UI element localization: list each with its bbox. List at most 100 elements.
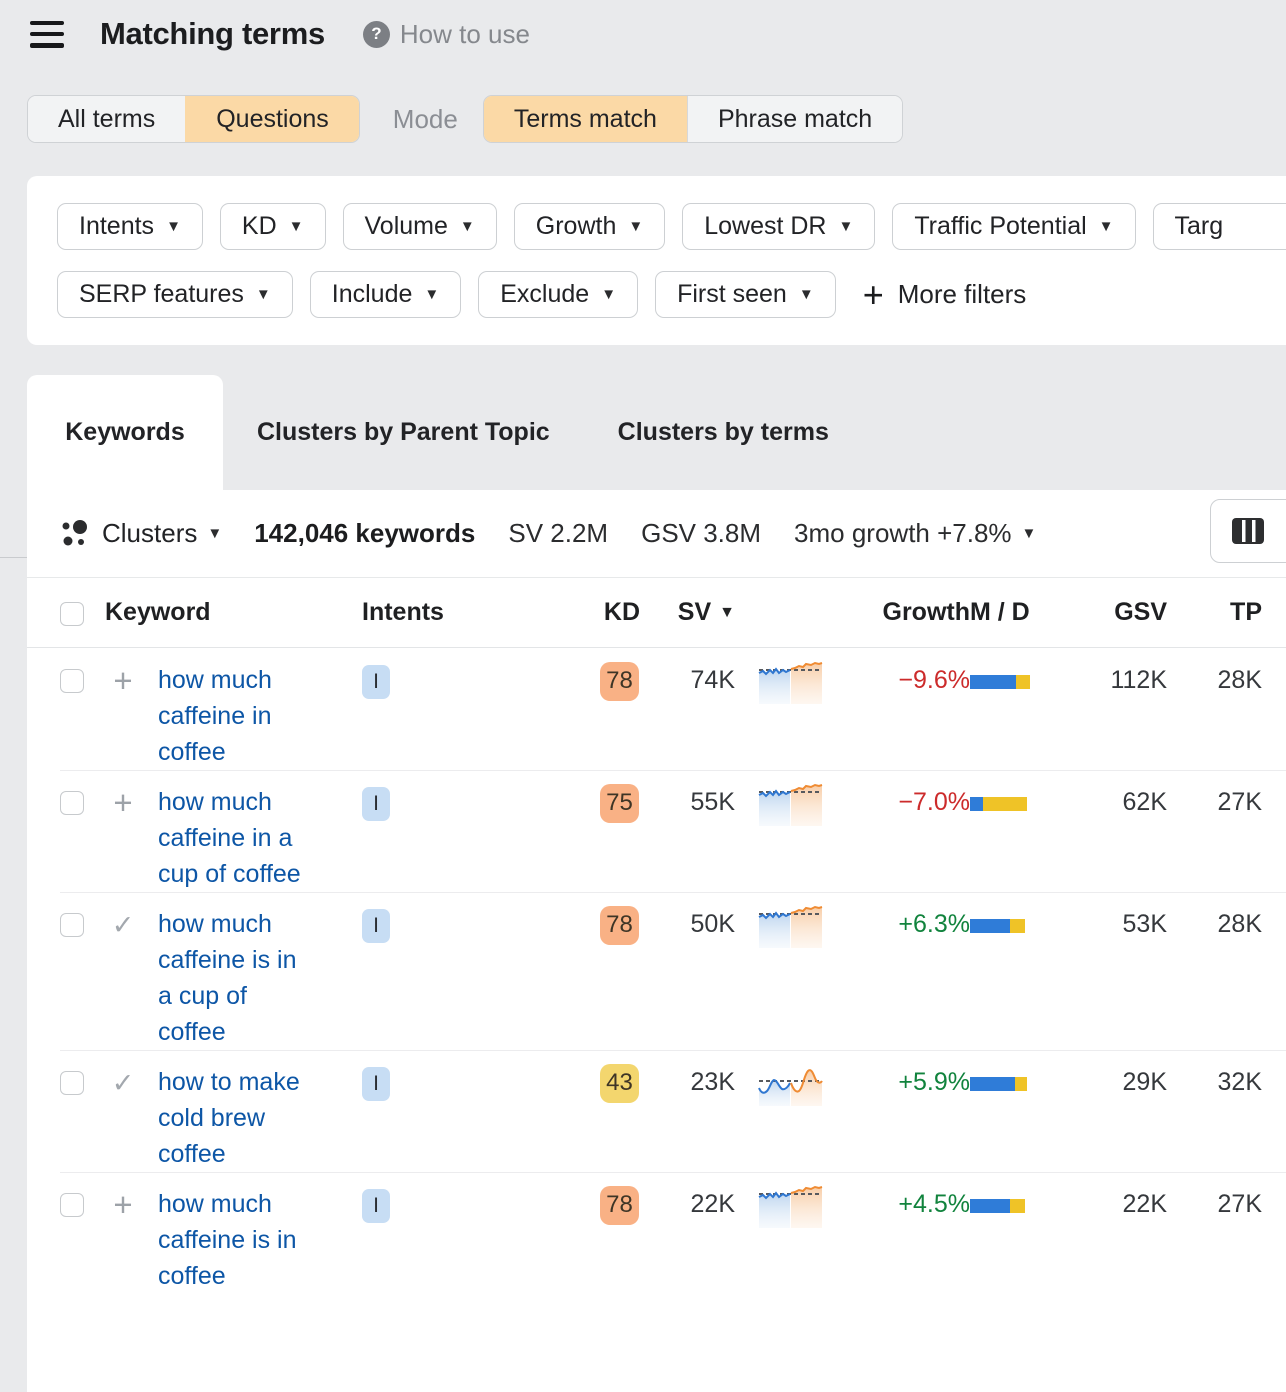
app-header: Matching terms ? How to use	[30, 16, 530, 52]
intent-badge: I	[362, 787, 390, 821]
sv-sparkline	[758, 660, 823, 704]
filter-exclude-button[interactable]: Exclude▼	[478, 271, 638, 318]
filter-label: First seen	[677, 280, 787, 309]
check-icon[interactable]: ✓	[105, 1068, 141, 1098]
growth-value: −7.0%	[825, 770, 970, 817]
chevron-down-icon: ▼	[256, 287, 271, 302]
gsv-value: 62K	[1103, 770, 1167, 817]
sv-sparkline	[758, 904, 823, 948]
chevron-down-icon: ▼	[628, 219, 643, 234]
growth-value: +5.9%	[825, 1050, 970, 1097]
sv-sparkline	[758, 782, 823, 826]
filters-row-1: Intents▼KD▼Volume▼Growth▼Lowest DR▼Traff…	[57, 203, 1286, 250]
growth-total-dropdown[interactable]: 3mo growth +7.8% ▼	[794, 518, 1036, 549]
md-bar-blue	[970, 1199, 1010, 1213]
tab-clusters-by-terms[interactable]: Clusters by terms	[584, 375, 863, 490]
growth-value: +4.5%	[825, 1172, 970, 1219]
help-icon: ?	[363, 21, 390, 48]
tp-value: 28K	[1167, 648, 1262, 695]
col-gsv[interactable]: GSV	[1103, 598, 1167, 627]
gsv-value: 112K	[1103, 648, 1167, 695]
md-bar	[970, 1077, 1035, 1091]
kd-badge: 43	[600, 1064, 639, 1103]
columns-icon	[1231, 517, 1265, 545]
kd-badge: 78	[600, 1186, 639, 1225]
filter-growth-button[interactable]: Growth▼	[514, 203, 665, 250]
sv-sparkline	[758, 1184, 823, 1228]
add-keyword-icon[interactable]: +	[105, 1190, 141, 1220]
kd-badge: 78	[600, 906, 639, 945]
col-intents[interactable]: Intents	[362, 598, 600, 627]
md-bar-blue	[970, 675, 1016, 689]
how-to-use-link[interactable]: ? How to use	[363, 19, 530, 50]
keyword-link[interactable]: how much caffeine in coffee	[158, 662, 310, 770]
mode-segmented-control: Terms matchPhrase match	[483, 95, 903, 143]
filter-label: Lowest DR	[704, 212, 826, 241]
row-checkbox[interactable]	[60, 669, 84, 693]
md-bar	[970, 797, 1035, 811]
intent-badge: I	[362, 909, 390, 943]
filter-intents-button[interactable]: Intents▼	[57, 203, 203, 250]
filter-lowest-dr-button[interactable]: Lowest DR ▼	[682, 203, 875, 250]
kd-badge: 75	[600, 784, 639, 823]
table-row: + how much caffeine in a cup of coffee I…	[27, 770, 1286, 892]
chevron-down-icon: ▼	[838, 219, 853, 234]
segment-phrase-match[interactable]: Phrase match	[687, 96, 902, 142]
columns-settings-button[interactable]	[1210, 499, 1286, 563]
hamburger-menu-icon[interactable]	[30, 21, 64, 48]
sort-desc-icon: ▼	[719, 604, 735, 622]
col-sv[interactable]: SV▼	[640, 598, 735, 627]
segment-questions[interactable]: Questions	[185, 96, 359, 142]
md-bar	[970, 675, 1035, 689]
col-tp[interactable]: TP	[1167, 598, 1262, 627]
page-title: Matching terms	[100, 16, 325, 52]
gsv-value: 22K	[1103, 1172, 1167, 1219]
keyword-link[interactable]: how to make cold brew coffee	[158, 1064, 310, 1172]
col-keyword[interactable]: Keyword	[105, 598, 362, 627]
md-bar-yellow	[1016, 675, 1030, 689]
filter-serp-features-button[interactable]: SERP features▼	[57, 271, 293, 318]
md-bar-yellow	[1010, 1199, 1025, 1213]
chevron-down-icon: ▼	[601, 287, 616, 302]
md-bar	[970, 919, 1035, 933]
filter-volume-button[interactable]: Volume▼	[343, 203, 497, 250]
select-all-checkbox[interactable]	[60, 602, 84, 626]
md-bar-blue	[970, 797, 983, 811]
filter-first-seen-button[interactable]: First seen▼	[655, 271, 836, 318]
add-keyword-icon[interactable]: +	[105, 666, 141, 696]
keyword-link[interactable]: how much caffeine in a cup of coffee	[158, 784, 310, 892]
filter-targ-button[interactable]: Targ	[1153, 203, 1286, 250]
row-checkbox[interactable]	[60, 913, 84, 937]
col-md[interactable]: M / D	[970, 598, 1103, 627]
content-panel: Clusters ▼ 142,046 keywords SV 2.2M GSV …	[27, 490, 1286, 1392]
chevron-down-icon: ▼	[460, 219, 475, 234]
row-checkbox[interactable]	[60, 1071, 84, 1095]
row-checkbox[interactable]	[60, 791, 84, 815]
filter-label: KD	[242, 212, 277, 241]
result-tabs: KeywordsClusters by Parent TopicClusters…	[27, 375, 863, 490]
clusters-dropdown[interactable]: Clusters ▼	[60, 518, 222, 549]
more-filters-button[interactable]: +More filters	[863, 277, 1027, 313]
keyword-link[interactable]: how much caffeine is in coffee	[158, 1186, 310, 1294]
add-keyword-icon[interactable]: +	[105, 788, 141, 818]
filter-traffic-potential-button[interactable]: Traffic Potential▼	[892, 203, 1135, 250]
check-icon[interactable]: ✓	[105, 910, 141, 940]
chevron-down-icon: ▼	[207, 526, 222, 541]
sv-value: 22K	[640, 1172, 735, 1219]
md-bar-yellow	[983, 797, 1027, 811]
filter-include-button[interactable]: Include▼	[310, 271, 461, 318]
col-growth[interactable]: Growth	[825, 598, 970, 627]
segment-all-terms[interactable]: All terms	[28, 96, 185, 142]
tab-clusters-by-parent-topic[interactable]: Clusters by Parent Topic	[223, 375, 584, 490]
filter-kd-button[interactable]: KD▼	[220, 203, 326, 250]
tp-value: 32K	[1167, 1050, 1262, 1097]
segment-terms-match[interactable]: Terms match	[484, 96, 687, 142]
row-checkbox[interactable]	[60, 1193, 84, 1217]
filters-card: Intents▼KD▼Volume▼Growth▼Lowest DR▼Traff…	[27, 176, 1286, 345]
col-kd[interactable]: KD	[600, 598, 640, 627]
chevron-down-icon: ▼	[424, 287, 439, 302]
sv-value: 50K	[640, 892, 735, 939]
tab-keywords[interactable]: Keywords	[27, 375, 223, 490]
keyword-link[interactable]: how much caffeine is in a cup of coffee	[158, 906, 310, 1050]
table-body: + how much caffeine in coffee I 78 74K −…	[27, 648, 1286, 1294]
